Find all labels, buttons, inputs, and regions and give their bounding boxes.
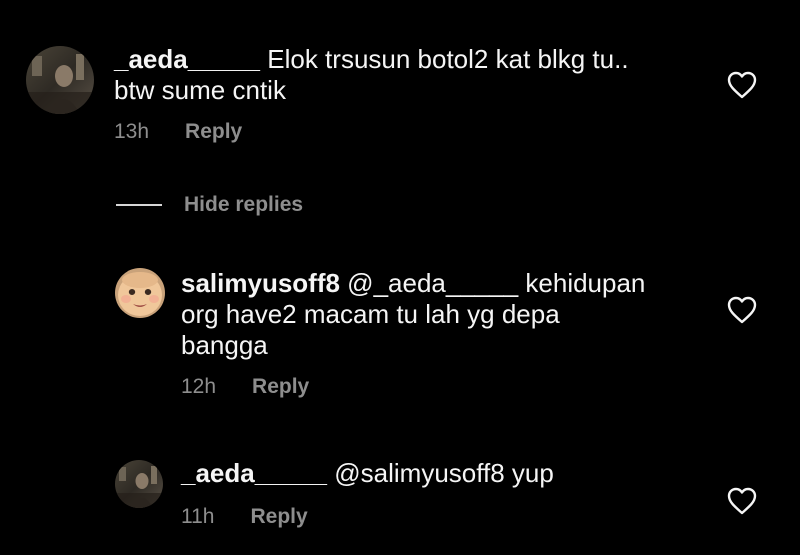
hide-replies-button[interactable]: Hide replies (116, 193, 303, 217)
reply-body: yup (504, 458, 554, 488)
reply-mention[interactable]: @_aeda_____ (340, 268, 518, 298)
heart-outline-icon[interactable] (727, 71, 757, 99)
reply-meta: 11h Reply (181, 505, 308, 529)
comment-username[interactable]: _aeda_____ (114, 44, 260, 74)
reply-meta: 12h Reply (181, 375, 309, 399)
avatar[interactable] (115, 460, 163, 508)
reply-username[interactable]: salimyusoff8 (181, 268, 340, 298)
heart-outline-icon[interactable] (727, 296, 757, 324)
comment-body-line2: btw sume cntik (114, 75, 286, 105)
reply-time: 11h (181, 505, 215, 528)
hide-replies-label: Hide replies (184, 193, 304, 216)
reply-body-line3: bangga (181, 330, 268, 360)
reply-time: 12h (181, 375, 217, 398)
reply-button[interactable]: Reply (185, 120, 242, 144)
heart-outline-icon[interactable] (727, 487, 757, 515)
reply-button[interactable]: Reply (252, 375, 309, 399)
avatar[interactable] (26, 46, 94, 114)
reply-button[interactable]: Reply (250, 505, 307, 529)
reply-text: salimyusoff8 @_aeda_____ kehidupan org h… (181, 268, 701, 361)
reply-username[interactable]: _aeda_____ (181, 458, 327, 488)
reply-body-line2: org have2 macam tu lah yg depa (181, 299, 560, 329)
reply-mention[interactable]: @salimyusoff8 (327, 458, 504, 488)
divider-line (116, 204, 162, 206)
comment-body: Elok trsusun botol2 kat blkg tu.. (260, 44, 629, 74)
reply-text: _aeda_____ @salimyusoff8 yup (181, 458, 701, 489)
reply-body: kehidupan (518, 268, 646, 298)
comment-text: _aeda_____ Elok trsusun botol2 kat blkg … (114, 44, 714, 106)
comment-meta: 13h Reply (114, 120, 242, 144)
comment-time: 13h (114, 120, 150, 143)
avatar[interactable] (115, 268, 165, 318)
